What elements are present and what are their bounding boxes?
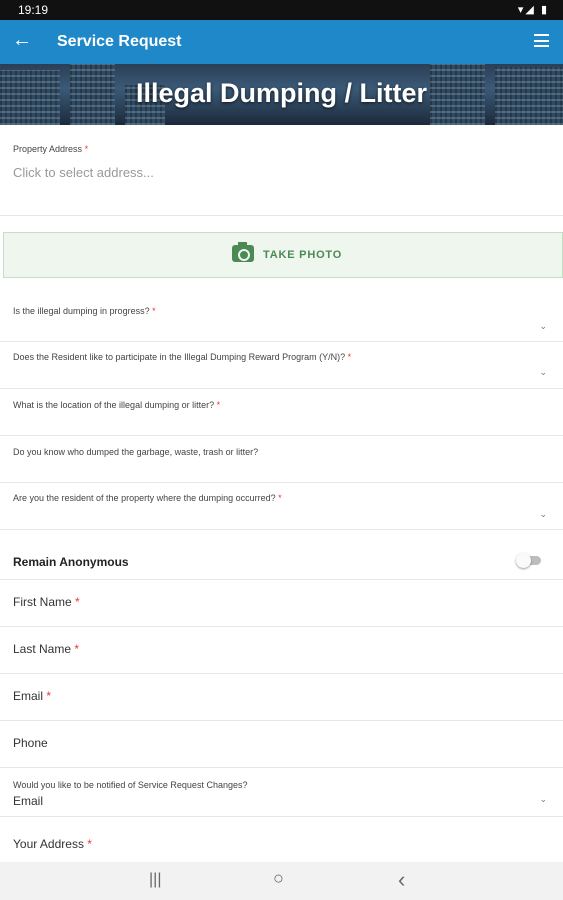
question-label: Does the Resident like to participate in…: [13, 352, 352, 362]
take-photo-button[interactable]: TAKE PHOTO: [3, 232, 563, 278]
question-label: Is the illegal dumping in progress? *: [13, 306, 156, 316]
last-name-field[interactable]: Last Name *: [0, 627, 563, 674]
chevron-down-icon[interactable]: ⌄: [539, 367, 547, 378]
app-bar: ← Service Request: [0, 20, 563, 64]
app-bar-title: Service Request: [57, 33, 182, 50]
remain-anonymous-row: Remain Anonymous: [0, 543, 563, 580]
back-arrow-icon[interactable]: ←: [12, 29, 32, 52]
hamburger-menu-icon[interactable]: [534, 34, 549, 47]
question-dumping-in-progress[interactable]: Is the illegal dumping in progress? * ⌄: [0, 294, 563, 342]
remain-anonymous-toggle[interactable]: [516, 553, 541, 568]
question-label: Do you know who dumped the garbage, wast…: [13, 447, 259, 457]
toggle-knob: [516, 553, 531, 568]
email-field[interactable]: Email *: [0, 674, 563, 721]
last-name-label: Last Name *: [13, 642, 80, 656]
system-nav-bar: ||| ○ ‹: [0, 862, 563, 900]
hero-banner: Illegal Dumping / Litter: [0, 64, 563, 125]
question-label: What is the location of the illegal dump…: [13, 400, 221, 410]
property-address-label: Property Address *: [13, 144, 89, 154]
email-label: Email *: [13, 689, 52, 703]
question-resident-of-property[interactable]: Are you the resident of the property whe…: [0, 482, 563, 530]
property-address-placeholder: Click to select address...: [13, 165, 154, 180]
status-icons: ▾◢ ▮: [517, 4, 549, 16]
first-name-label: First Name *: [13, 595, 80, 609]
phone-label: Phone: [13, 736, 48, 750]
your-address-label: Your Address *: [13, 837, 92, 851]
chevron-down-icon[interactable]: ⌄: [539, 509, 547, 520]
question-dumping-location[interactable]: What is the location of the illegal dump…: [0, 388, 563, 436]
first-name-field[interactable]: First Name *: [0, 580, 563, 627]
home-icon[interactable]: ○: [273, 868, 284, 889]
back-icon[interactable]: ‹: [398, 867, 405, 893]
your-address-field[interactable]: Your Address *: [0, 816, 563, 862]
remain-anonymous-label: Remain Anonymous: [13, 555, 129, 569]
take-photo-label: TAKE PHOTO: [263, 249, 343, 261]
page-title: Illegal Dumping / Litter: [135, 78, 427, 108]
question-reward-program[interactable]: Does the Resident like to participate in…: [0, 341, 563, 389]
recents-icon[interactable]: |||: [149, 871, 161, 889]
status-time: 19:19: [18, 3, 49, 17]
phone-field[interactable]: Phone: [0, 721, 563, 768]
notify-select[interactable]: Would you like to be notified of Service…: [0, 768, 563, 817]
camera-icon: [232, 242, 254, 262]
property-address-field[interactable]: Property Address * Click to select addre…: [0, 125, 563, 216]
question-who-dumped[interactable]: Do you know who dumped the garbage, wast…: [0, 435, 563, 483]
chevron-down-icon[interactable]: ⌄: [539, 321, 547, 332]
question-label: Are you the resident of the property whe…: [13, 493, 282, 503]
status-bar: 19:19 ▾◢ ▮: [0, 0, 563, 20]
chevron-down-icon[interactable]: ⌄: [539, 794, 547, 805]
notify-value: Email: [13, 794, 44, 808]
notify-label: Would you like to be notified of Service…: [13, 780, 248, 790]
